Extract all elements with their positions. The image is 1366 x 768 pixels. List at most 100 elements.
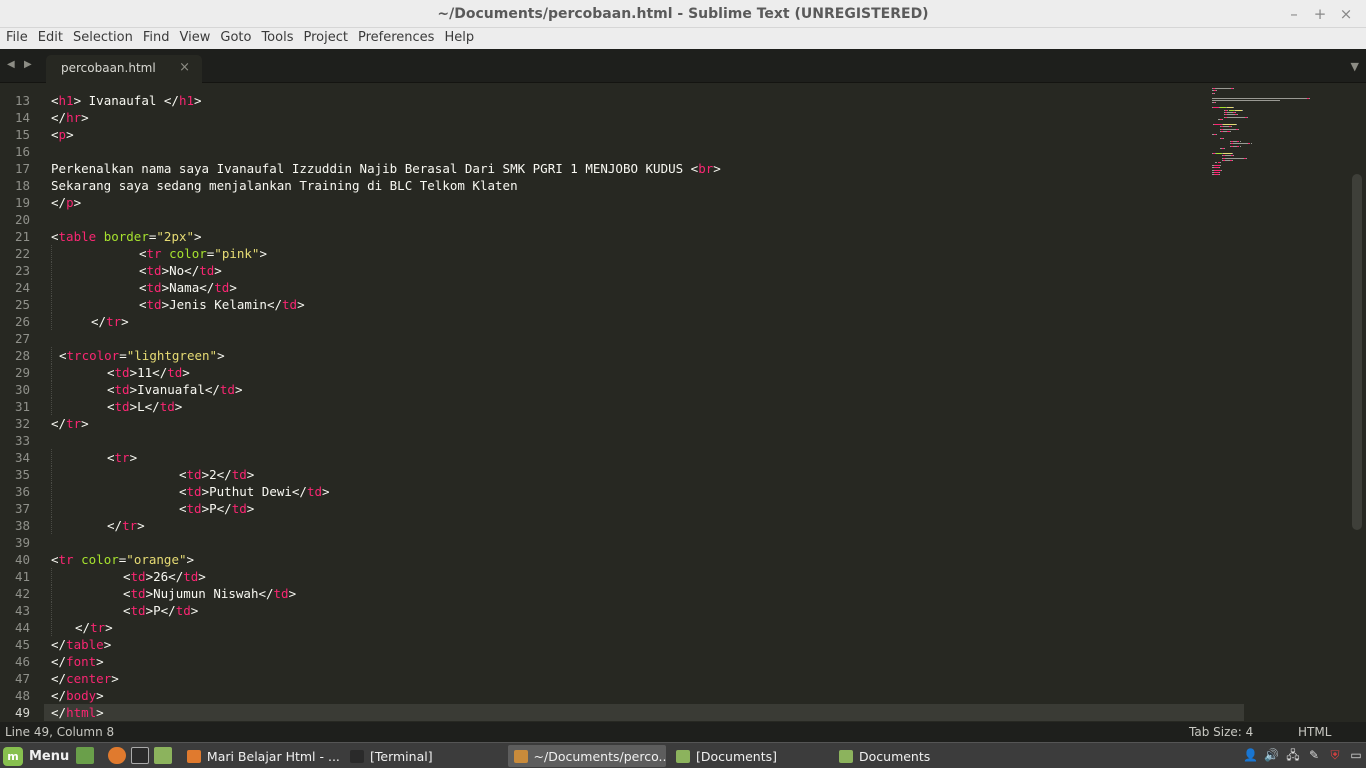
code-line[interactable]: <td>Nama</td> <box>51 279 721 296</box>
code-line[interactable]: </p> <box>51 194 721 211</box>
code-line[interactable]: <td>Ivanuafal</td> <box>51 381 721 398</box>
menu-edit[interactable]: Edit <box>33 28 68 49</box>
menu-view[interactable]: View <box>175 28 216 49</box>
taskbar-window-button[interactable]: Documents <box>833 745 993 767</box>
taskbar-window-button[interactable]: Mari Belajar Html - ... <box>181 745 339 767</box>
tag-name: td <box>231 501 247 516</box>
files-icon[interactable] <box>154 747 172 764</box>
start-menu-button[interactable]: m Menu <box>3 746 69 766</box>
menu-project[interactable]: Project <box>298 28 352 49</box>
code-line[interactable]: <td>No</td> <box>51 262 721 279</box>
tab-list-icon[interactable]: ▼ <box>1351 60 1359 73</box>
plain-text: > <box>103 637 112 652</box>
minimap[interactable] <box>1208 84 1348 184</box>
code-line[interactable]: </table> <box>51 636 721 653</box>
tab-size-selector[interactable]: Tab Size: 4 <box>1189 725 1253 739</box>
firefox-icon <box>187 749 201 763</box>
code-line[interactable]: <td>11</td> <box>51 364 721 381</box>
volume-icon[interactable]: 🔊 <box>1264 748 1279 762</box>
terminal-icon[interactable] <box>131 747 149 764</box>
code-line[interactable]: <p> <box>51 126 721 143</box>
taskbar-window-button[interactable]: [Terminal] <box>344 745 504 767</box>
firefox-icon[interactable] <box>108 747 126 764</box>
tag-name: hr <box>66 110 82 125</box>
plain-text: > <box>81 110 89 125</box>
code-line[interactable] <box>51 211 721 228</box>
string-value: "pink" <box>214 246 260 261</box>
network-icon[interactable]: 🖧 <box>1286 748 1300 762</box>
code-line[interactable]: <td>Puthut Dewi</td> <box>51 483 721 500</box>
plain-text: > <box>66 127 74 142</box>
code-line[interactable]: </font> <box>51 653 721 670</box>
code-line[interactable]: <h1> Ivanaufal </h1> <box>51 92 721 109</box>
code-line[interactable]: <tr color="pink"> <box>51 245 721 262</box>
plain-text: > <box>288 586 297 601</box>
code-text: </hr> <box>51 110 89 125</box>
tag-name: td <box>306 484 323 499</box>
code-line[interactable]: </tr> <box>51 619 721 636</box>
taskbar-window-button[interactable]: [Documents] <box>670 745 828 767</box>
syntax-selector[interactable]: HTML <box>1298 725 1331 739</box>
menu-help[interactable]: Help <box>439 28 479 49</box>
code-line[interactable]: <td>Jenis Kelamin</td> <box>51 296 721 313</box>
code-view[interactable]: <h1> Ivanaufal </h1> </hr> <p> Perkenalkan … <box>44 92 1244 721</box>
plain-text: Perkenalkan nama saya Ivanaufal Izzuddin… <box>51 161 699 176</box>
plain-text: > <box>713 161 721 176</box>
code-line[interactable]: <td>Nujumun Niswah</td> <box>51 585 721 602</box>
code-line[interactable]: <tr> <box>51 449 721 466</box>
display-icon[interactable]: ▭ <box>1349 748 1363 762</box>
code-line[interactable]: Sekarang saya sedang menjalankan Trainin… <box>51 177 721 194</box>
menu-goto[interactable]: Goto <box>215 28 256 49</box>
code-line[interactable] <box>51 534 721 551</box>
plain-text: > <box>246 467 255 482</box>
tab-next-icon[interactable]: ▶ <box>24 59 32 70</box>
code-line[interactable]: <td>P</td> <box>51 500 721 517</box>
code-text: <td>Puthut Dewi</td> <box>179 484 330 499</box>
code-line[interactable] <box>51 432 721 449</box>
code-text: <td>Ivanuafal</td> <box>107 382 243 397</box>
menu-preferences[interactable]: Preferences <box>353 28 439 49</box>
indent-guide <box>51 279 52 296</box>
tab-percobaan-html[interactable]: percobaan.html × <box>46 55 202 83</box>
plain-text: >L</ <box>129 399 160 414</box>
maximize-icon[interactable]: + <box>1310 4 1330 24</box>
code-line[interactable]: <table border="2px"> <box>51 228 721 245</box>
code-line[interactable]: <tr color="orange"> <box>51 551 721 568</box>
code-line[interactable]: <trcolor="lightgreen"> <box>51 347 721 364</box>
code-line[interactable] <box>51 330 721 347</box>
show-desktop-icon[interactable] <box>76 747 94 764</box>
code-line[interactable]: </hr> <box>51 109 721 126</box>
tab-prev-icon[interactable]: ◀ <box>7 59 15 70</box>
code-text: <trcolor="lightgreen"> <box>59 348 225 363</box>
user-icon[interactable]: 👤 <box>1243 748 1258 762</box>
indent-guide <box>51 517 52 534</box>
code-line[interactable]: <td>2</td> <box>51 466 721 483</box>
code-line[interactable]: </html> <box>44 704 1244 721</box>
plain-text: > <box>129 450 138 465</box>
close-icon[interactable]: × <box>1336 4 1356 24</box>
code-line[interactable]: Perkenalkan nama saya Ivanaufal Izzuddin… <box>51 160 721 177</box>
code-line[interactable]: </tr> <box>51 517 721 534</box>
code-line[interactable] <box>51 143 721 160</box>
menu-selection[interactable]: Selection <box>68 28 138 49</box>
vertical-scrollbar[interactable] <box>1352 174 1362 530</box>
taskbar-window-button[interactable]: ~/Documents/perco... <box>508 745 666 767</box>
code-line[interactable]: </body> <box>51 687 721 704</box>
tab-close-icon[interactable]: × <box>179 60 190 75</box>
minimap-stroke <box>1231 152 1233 154</box>
code-line[interactable]: <td>26</td> <box>51 568 721 585</box>
menu-find[interactable]: Find <box>138 28 175 49</box>
code-line[interactable]: <td>L</td> <box>51 398 721 415</box>
line-number: 26 <box>14 314 30 329</box>
code-line[interactable]: </center> <box>51 670 721 687</box>
minimize-icon[interactable]: – <box>1284 4 1304 24</box>
menu-tools[interactable]: Tools <box>256 28 298 49</box>
code-line[interactable]: </tr> <box>51 415 721 432</box>
plain-text: > <box>137 518 145 533</box>
code-line[interactable]: </tr> <box>51 313 721 330</box>
menu-file[interactable]: File <box>1 28 33 49</box>
editor-area[interactable]: 13 14 15 16 17 18 19 20 21 22 23 24 25 26 27 28 29 30 31 32… <box>0 84 1366 722</box>
code-line[interactable]: <td>P</td> <box>51 602 721 619</box>
pen-icon[interactable]: ✎ <box>1307 748 1321 762</box>
shield-icon[interactable]: ⛨ <box>1328 748 1342 762</box>
